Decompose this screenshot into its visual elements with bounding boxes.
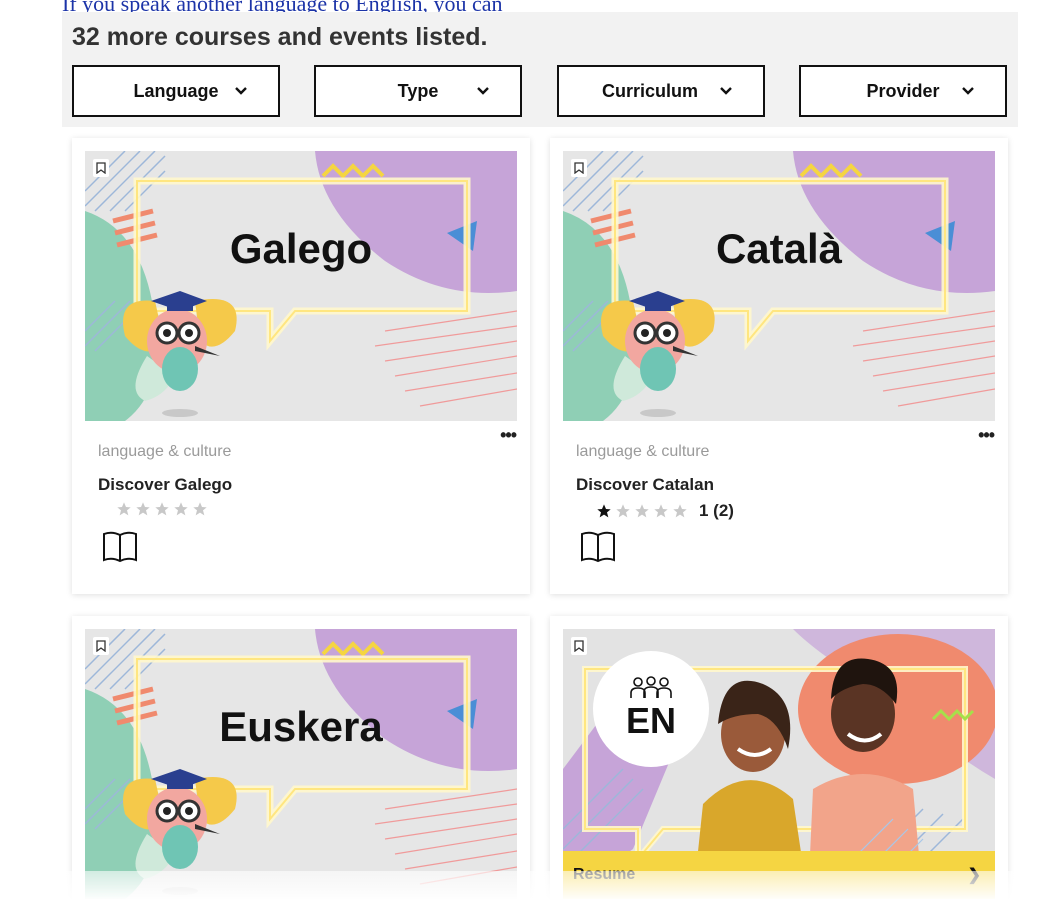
- star-icon: [635, 504, 649, 518]
- filter-panel: 32 more courses and events listed. Langu…: [62, 12, 1018, 127]
- course-illustration: [85, 629, 517, 899]
- people-icon: [630, 676, 672, 698]
- book-icon: [103, 531, 137, 563]
- star-icon: [616, 504, 630, 518]
- course-card[interactable]: EN Resume ❯: [550, 616, 1008, 901]
- language-filter-dropdown[interactable]: Language: [72, 65, 280, 117]
- language-badge: EN: [593, 651, 709, 767]
- star-rating: 1 (2): [596, 501, 734, 521]
- course-image-title: Euskera: [219, 703, 383, 750]
- course-image-title: Català: [715, 225, 843, 272]
- filter-label: Type: [397, 80, 439, 101]
- viewport-fade: [0, 871, 1061, 901]
- course-title[interactable]: Discover Catalan: [576, 475, 714, 495]
- bookmark-icon[interactable]: [571, 637, 587, 655]
- chevron-down-icon: [235, 87, 247, 95]
- course-thumbnail[interactable]: EN Resume ❯: [563, 629, 995, 899]
- course-card[interactable]: Galego ••• language & culture Discover G…: [72, 138, 530, 594]
- page: If you speak another language to English…: [0, 0, 1061, 901]
- bookmark-icon[interactable]: [93, 637, 109, 655]
- star-icon: [136, 502, 150, 516]
- star-rating: [116, 501, 219, 517]
- chevron-down-icon: [720, 87, 732, 95]
- bookmark-icon[interactable]: [571, 159, 587, 177]
- chevron-down-icon: [477, 87, 489, 95]
- filter-label: Language: [133, 80, 219, 101]
- star-icon: [117, 502, 131, 516]
- course-category: language & culture: [576, 443, 710, 460]
- course-thumbnail[interactable]: Euskera: [85, 629, 517, 899]
- curriculum-filter-dropdown[interactable]: Curriculum: [557, 65, 765, 117]
- chevron-down-icon: [962, 87, 974, 95]
- language-code: EN: [625, 700, 676, 741]
- course-category: language & culture: [98, 443, 232, 460]
- more-options-icon[interactable]: •••: [978, 426, 995, 444]
- result-count: 32 more courses and events listed.: [72, 23, 488, 51]
- star-icon: [654, 504, 668, 518]
- star-icon: [193, 502, 207, 516]
- rating-count: 1 (2): [699, 501, 734, 520]
- filter-label: Provider: [866, 80, 940, 101]
- book-icon: [581, 531, 615, 563]
- course-thumbnail[interactable]: Galego: [85, 151, 517, 421]
- star-icon: [174, 502, 188, 516]
- course-card[interactable]: Català ••• language & culture Discover C…: [550, 138, 1008, 594]
- more-options-icon[interactable]: •••: [500, 426, 517, 444]
- bookmark-icon[interactable]: [93, 159, 109, 177]
- course-thumbnail[interactable]: Català: [563, 151, 995, 421]
- star-icon: [673, 504, 687, 518]
- course-title[interactable]: Discover Galego: [98, 475, 232, 495]
- star-icon: [155, 502, 169, 516]
- course-illustration: [85, 151, 517, 421]
- course-card[interactable]: Euskera: [72, 616, 530, 901]
- type-filter-dropdown[interactable]: Type: [314, 65, 522, 117]
- star-icon: [597, 504, 611, 518]
- filter-label: Curriculum: [601, 80, 698, 101]
- course-illustration: [563, 151, 995, 421]
- course-image-title: Galego: [229, 225, 373, 272]
- provider-filter-dropdown[interactable]: Provider: [799, 65, 1007, 117]
